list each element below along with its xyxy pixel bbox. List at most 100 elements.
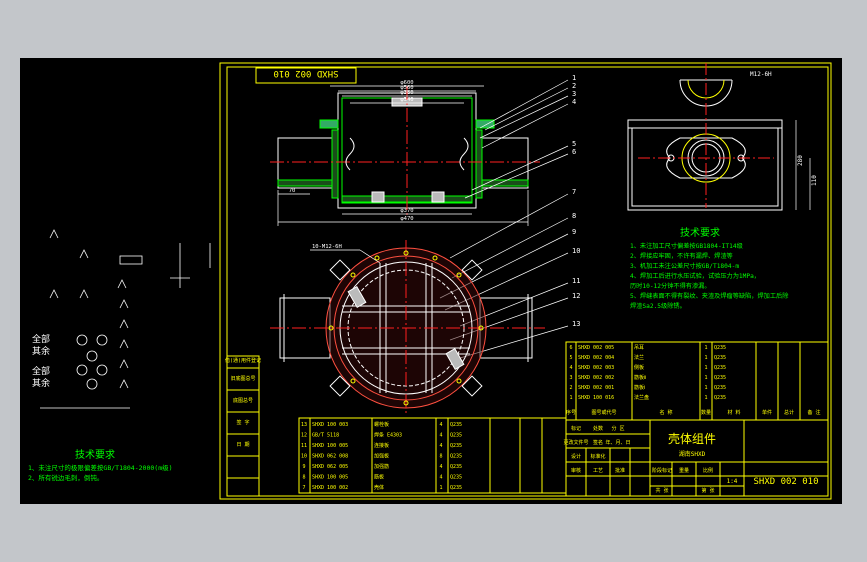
title-block-label: 阶段标记 bbox=[652, 467, 672, 474]
symbol-label: 全部 bbox=[32, 333, 50, 345]
pipe-section-view bbox=[270, 85, 540, 226]
bom-lower-cell: Q235 bbox=[450, 422, 462, 428]
tech-right-line: 3、机加工未注公差尺寸按GB/T1804-m bbox=[630, 262, 739, 270]
bom-lower-cell: 4 bbox=[439, 443, 442, 449]
balloon-9: 9 bbox=[572, 228, 576, 236]
code-topleft: SHXD 002 010 bbox=[273, 68, 338, 78]
bom-lower-cell: 焊条 E4303 bbox=[374, 432, 402, 439]
bom-lower-cell: Q235 bbox=[450, 475, 462, 481]
left-strip-label: 日 期 bbox=[236, 442, 249, 448]
bom-lower-cell: Q235 bbox=[450, 433, 462, 439]
bom-upper-cell: Q235 bbox=[714, 375, 726, 381]
title-block-label: 分 区 bbox=[611, 425, 624, 432]
left-strip-label: 底图总号 bbox=[233, 397, 253, 404]
bom-lower-cell: 4 bbox=[439, 464, 442, 470]
dim-circle: 10-M12-6H bbox=[312, 244, 342, 250]
balloon-5: 5 bbox=[572, 140, 576, 148]
cad-drawing: SHXD 002 010 借(通)用件登记旧底图总号底图总号签 字日 期 φ60… bbox=[28, 62, 832, 500]
tech-requirements-right: 技术要求 1、未注加工尺寸偏差按GB1804-IT14级 2、焊接应牢固，不许有漏焊… bbox=[630, 226, 789, 310]
bom-lower-cell: 4 bbox=[439, 422, 442, 428]
circular-view-dimensions: 10-M12-6H bbox=[312, 244, 342, 250]
dim-top: φ470 bbox=[400, 216, 413, 222]
balloon-10: 10 bbox=[572, 247, 580, 255]
left-strip-label: 借(通)用件登记 bbox=[225, 357, 261, 364]
bom-lower-cell: 7 bbox=[302, 485, 305, 491]
balloon-8: 8 bbox=[572, 212, 576, 220]
bom-upper-cell: 1 bbox=[704, 385, 707, 391]
bom-lower-cell: 11 bbox=[301, 443, 307, 449]
bom-lower-cell: SHXD 062 008 bbox=[312, 454, 348, 460]
dim-top: φ340 bbox=[400, 97, 413, 103]
bom-lower-cell: 4 bbox=[439, 433, 442, 439]
bom-lower-cell: GB/T 5118 bbox=[312, 433, 339, 439]
bom-lower-cell: 螺栓板 bbox=[374, 421, 389, 428]
title-block-label: 标记 bbox=[571, 425, 581, 432]
balloon-2: 2 bbox=[572, 82, 576, 90]
bom-lower-cell: SHXD 100 002 bbox=[312, 485, 348, 491]
tech-right-line: 1、未注加工尺寸偏差按GB1804-IT14级 bbox=[630, 242, 743, 250]
bom-upper-rows: 6 SHXD 002 005 吊耳 1 Q235 5 SHXD 002 004 法兰 1 Q235… bbox=[566, 345, 821, 416]
bom-upper-cell: 法兰 bbox=[634, 354, 644, 361]
bom-upper-cell: SHXD 002 005 bbox=[578, 345, 614, 351]
tech-requirements-left: 技术要求 1、未注尺寸的极限偏差按GB/T1804-2000(m级)2、所有锐边毛… bbox=[28, 448, 173, 482]
dim-top: φ380 bbox=[400, 90, 413, 96]
bom-upper-header: 总计 bbox=[784, 409, 794, 416]
bom-upper-cell: 1 bbox=[704, 345, 707, 351]
balloon-4: 4 bbox=[572, 98, 576, 106]
bom-lower-cell: SHXD 100 005 bbox=[312, 475, 348, 481]
bom-lower-cell: Q235 bbox=[450, 443, 462, 449]
drawing-subtitle: 湖南SHXD bbox=[679, 450, 706, 458]
dim-top: φ370 bbox=[400, 208, 413, 214]
code-bottom: SHXD 002 010 bbox=[753, 477, 818, 487]
tech-right-line: 4、焊加工后进行水压试验，试验压力为1MPa， bbox=[630, 272, 760, 280]
bom-lower-cell: SHXD 062 005 bbox=[312, 464, 348, 470]
balloon-1: 1 bbox=[572, 74, 576, 82]
bom-upper-cell: Q235 bbox=[714, 385, 726, 391]
bom-upper-cell: Q235 bbox=[714, 395, 726, 401]
drawing-scale: 1:4 bbox=[727, 478, 738, 485]
bom-upper-cell: Q235 bbox=[714, 365, 726, 371]
bom-lower-cell: 9 bbox=[302, 464, 305, 470]
left-strip-label: 签 字 bbox=[236, 419, 249, 426]
bom-lower-cell: Q235 bbox=[450, 485, 462, 491]
title-block-label: 标准化 bbox=[590, 453, 605, 460]
symbol-legend bbox=[40, 229, 211, 409]
bom-lower-cell: 10 bbox=[301, 454, 307, 460]
bom-upper-cell: Q235 bbox=[714, 355, 726, 361]
dim-top: 70 bbox=[289, 188, 296, 194]
title-block-label: 共 张 bbox=[655, 487, 668, 494]
bom-upper-table bbox=[565, 341, 829, 421]
dim-right: 280 bbox=[797, 155, 804, 166]
bom-upper-cell: 1 bbox=[704, 375, 707, 381]
tech-left-line: 2、所有锐边毛刺，倒钝。 bbox=[28, 473, 103, 482]
bom-upper-header: 数量 bbox=[701, 409, 711, 416]
tech-left-line: 1、未注尺寸的极限偏差按GB/T1804-2000(m级) bbox=[28, 463, 173, 472]
bom-upper-header: 单件 bbox=[762, 409, 772, 416]
balloon-13: 13 bbox=[572, 320, 580, 328]
bom-upper-cell: 筋板Ⅰ bbox=[634, 384, 645, 391]
bom-upper-cell: 吊耳 bbox=[634, 345, 644, 351]
balloon-6: 6 bbox=[572, 148, 576, 156]
bom-lower-rows: 13 SHXD 100 003 螺栓板 4 Q235 12 GB/T 5118 焊条 E430… bbox=[301, 421, 462, 491]
bom-lower-cell: 8 bbox=[439, 454, 442, 460]
cad-viewport[interactable]: SHXD 002 010 借(通)用件登记 旧底图总号 底图总号签 字日 期 φ… bbox=[20, 58, 842, 504]
part-balloons: 12345678910111213 bbox=[572, 74, 580, 328]
bom-upper-cell: 法兰盘 bbox=[634, 394, 649, 401]
bom-lower-cell: 12 bbox=[301, 433, 307, 439]
bom-upper-cell: 1 bbox=[569, 395, 572, 401]
bom-upper-cell: 1 bbox=[704, 355, 707, 361]
tech-right-line: 5、焊缝表面不得有裂纹、夹渣及焊瘤等缺陷，焊加工后除 bbox=[630, 292, 789, 300]
bom-upper-cell: Q235 bbox=[714, 345, 726, 351]
bom-lower-cell: Q235 bbox=[450, 464, 462, 470]
title-block-label: 审核 bbox=[571, 467, 581, 474]
balloon-3: 3 bbox=[572, 90, 576, 98]
bom-upper-cell: 筋板Ⅱ bbox=[634, 374, 646, 381]
bom-upper-cell: SHXD 002 003 bbox=[578, 365, 614, 371]
bom-upper-cell: 3 bbox=[569, 375, 572, 381]
tech-right-line: 焊渣Sa2.5级除锈。 bbox=[630, 302, 686, 310]
bom-upper-cell: SHXD 002 002 bbox=[578, 375, 614, 381]
symbol-label: 全部 bbox=[32, 365, 50, 377]
bom-upper-cell: 侧板 bbox=[634, 364, 644, 371]
title-block-label: 第 张 bbox=[701, 487, 714, 494]
title-block-label: 比例 bbox=[703, 467, 713, 474]
